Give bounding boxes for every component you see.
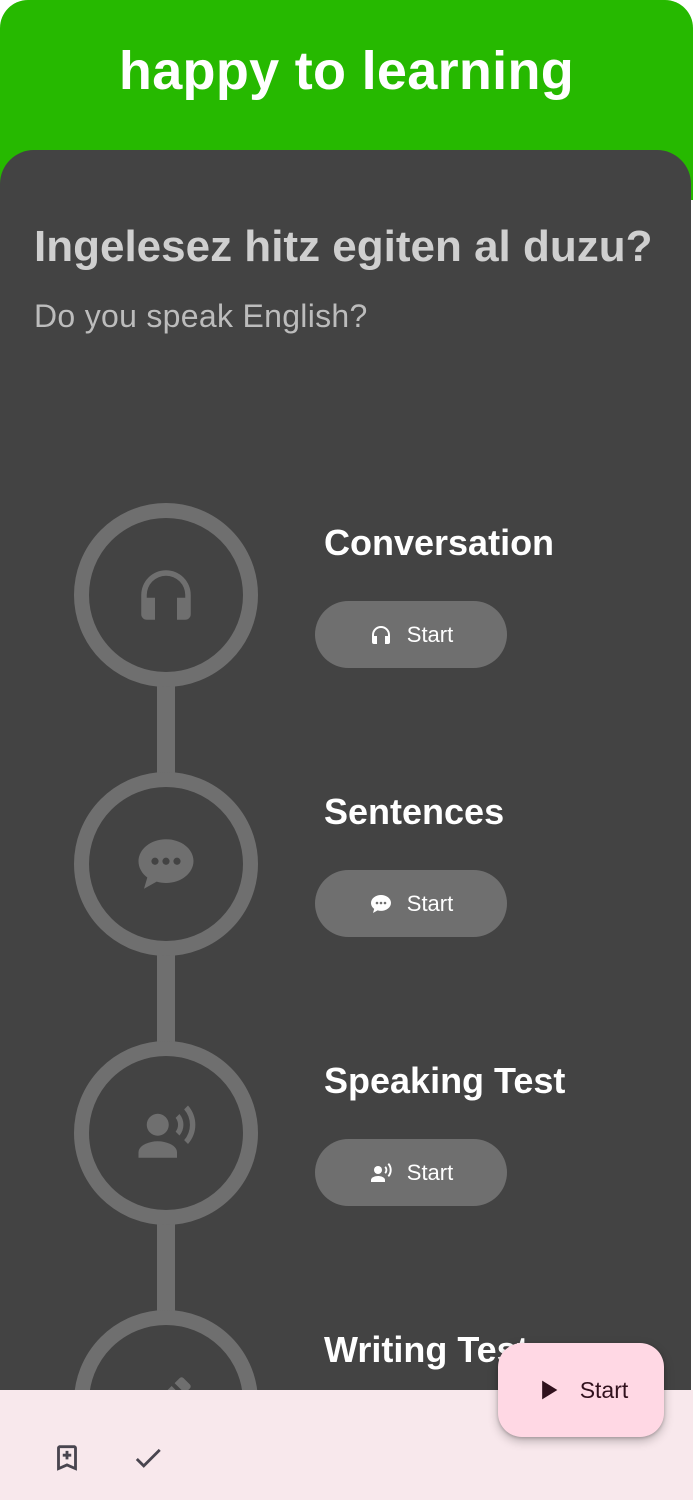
step-title: Sentences: [324, 791, 505, 832]
step-title: Speaking Test: [324, 1060, 566, 1101]
conversation-start-button[interactable]: Start: [315, 601, 507, 668]
speaking-person-icon: [138, 1105, 196, 1158]
fab-label: Start: [579, 1376, 629, 1403]
step-node-conversation: [74, 503, 258, 687]
speaking-test-start-button[interactable]: Start: [315, 1139, 507, 1206]
mark-done-button[interactable]: [128, 1438, 168, 1478]
timeline-connector: [157, 950, 175, 1050]
app-root: happy to learning Ingelesez hitz egiten …: [0, 0, 693, 1500]
app-title: happy to learning: [118, 41, 575, 101]
start-button-label: Start: [406, 621, 454, 647]
lesson-card: Ingelesez hitz egiten al duzu? Do you sp…: [0, 150, 691, 1500]
lesson-translation: Do you speak English?: [34, 298, 368, 334]
start-button-label: Start: [406, 1159, 454, 1185]
speaking-person-icon: [370, 1162, 392, 1182]
timeline-connector: [157, 680, 175, 780]
step-node-sentences: [74, 772, 258, 956]
timeline-connector: [157, 1219, 175, 1319]
chat-bubble-icon: [138, 839, 194, 889]
headphones-icon: [141, 570, 191, 620]
check-icon: [135, 1448, 161, 1468]
bookmark-add-icon: [57, 1445, 77, 1471]
start-button-label: Start: [406, 890, 454, 916]
play-icon: [541, 1380, 558, 1400]
headphones-icon: [371, 625, 390, 644]
step-node-speaking-test: [74, 1041, 258, 1225]
bookmark-add-button[interactable]: [47, 1438, 87, 1478]
step-title: Conversation: [324, 522, 555, 563]
start-fab[interactable]: Start: [498, 1343, 664, 1437]
lesson-phrase: Ingelesez hitz egiten al duzu?: [34, 222, 653, 271]
chat-bubble-icon: [370, 894, 391, 913]
sentences-start-button[interactable]: Start: [315, 870, 507, 937]
